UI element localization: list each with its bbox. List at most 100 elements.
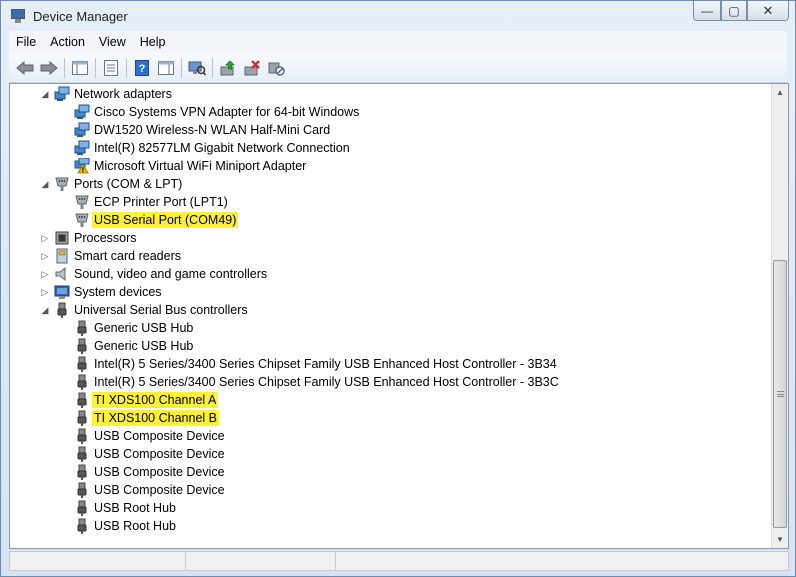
tree-category-row[interactable]: ◢ Ports (COM & LPT)	[10, 175, 772, 193]
minimize-button[interactable]: —	[693, 1, 721, 21]
collapse-arrow-icon[interactable]: ◢	[40, 179, 50, 189]
tree-row-label: System devices	[74, 285, 162, 299]
forward-button[interactable]	[38, 57, 60, 79]
usb-plug-icon	[74, 500, 90, 516]
tree-category-row[interactable]: ◢ Universal Serial Bus controllers	[10, 301, 772, 319]
tree-device-row[interactable]: Microsoft Virtual WiFi Miniport Adapter	[10, 157, 772, 175]
usb-plug-icon	[74, 356, 90, 372]
help-button[interactable]: ?	[131, 57, 153, 79]
tree-device-row[interactable]: USB Root Hub	[10, 499, 772, 517]
usb-plug-icon	[74, 482, 90, 498]
tree-device-row[interactable]: Generic USB Hub	[10, 319, 772, 337]
usb-plug-icon	[74, 446, 90, 462]
usb-plug-icon	[74, 392, 90, 408]
tree-device-row[interactable]: Intel(R) 5 Series/3400 Series Chipset Fa…	[10, 373, 772, 391]
forward-arrow-icon	[40, 60, 58, 75]
status-pane-right	[336, 552, 788, 570]
back-arrow-icon	[16, 60, 34, 75]
tree-category-row[interactable]: ▷ System devices	[10, 283, 772, 301]
tree-row-label: Microsoft Virtual WiFi Miniport Adapter	[94, 159, 307, 173]
uninstall-button[interactable]	[241, 57, 263, 79]
tree-category-row[interactable]: ▷ Smart card readers	[10, 247, 772, 265]
tree-row-label: USB Serial Port (COM49)	[92, 212, 239, 228]
network-adapter-icon	[74, 140, 90, 156]
tree-category-row[interactable]: ◢ Network adapters	[10, 85, 772, 103]
tree-row-label: Network adapters	[74, 87, 172, 101]
tree-row-label: Universal Serial Bus controllers	[74, 303, 248, 317]
tree-device-row[interactable]: USB Composite Device	[10, 445, 772, 463]
tree-category-row[interactable]: ▷ Sound, video and game controllers	[10, 265, 772, 283]
toolbar-separator	[64, 57, 65, 78]
tree-device-row[interactable]: Generic USB Hub	[10, 337, 772, 355]
scan-hardware-changes-button[interactable]	[186, 57, 208, 79]
tree-device-row[interactable]: DW1520 Wireless-N WLAN Half-Mini Card	[10, 121, 772, 139]
properties-icon	[104, 59, 118, 76]
device-manager-window: Device Manager — ▢ ✕ File Action View He…	[0, 0, 796, 577]
port-icon	[54, 176, 70, 192]
usb-plug-icon	[74, 338, 90, 354]
vertical-scrollbar[interactable]: ▲ ▼	[771, 84, 788, 548]
tree-device-row[interactable]: Intel(R) 82577LM Gigabit Network Connect…	[10, 139, 772, 157]
smart-card-reader-icon	[54, 248, 70, 264]
tree-row-label: TI XDS100 Channel A	[92, 392, 219, 408]
expand-arrow-icon[interactable]: ▷	[40, 287, 50, 297]
title-bar[interactable]: Device Manager — ▢ ✕	[1, 1, 795, 31]
expand-arrow-icon[interactable]: ▷	[40, 251, 50, 261]
close-button[interactable]: ✕	[747, 1, 789, 21]
tree-device-row[interactable]: USB Composite Device	[10, 481, 772, 499]
tree-row-label: TI XDS100 Channel B	[92, 410, 219, 426]
tree-row-label: Intel(R) 82577LM Gigabit Network Connect…	[94, 141, 350, 155]
uninstall-icon	[244, 59, 260, 75]
tree-device-row[interactable]: USB Root Hub	[10, 517, 772, 535]
tree-device-row[interactable]: USB Serial Port (COM49)	[10, 211, 772, 229]
tree-device-row[interactable]: TI XDS100 Channel B	[10, 409, 772, 427]
update-driver-button[interactable]	[217, 57, 239, 79]
expand-arrow-icon[interactable]: ▷	[40, 233, 50, 243]
scroll-up-arrow-icon[interactable]: ▲	[772, 84, 788, 101]
tree-row-label: Generic USB Hub	[94, 321, 194, 335]
usb-plug-icon	[74, 320, 90, 336]
status-bar	[9, 551, 789, 571]
scroll-down-arrow-icon[interactable]: ▼	[772, 531, 788, 548]
menu-action[interactable]: Action	[43, 35, 92, 49]
show-action-pane-button[interactable]	[155, 57, 177, 79]
scan-hardware-icon	[188, 61, 206, 75]
tree-device-row[interactable]: USB Composite Device	[10, 463, 772, 481]
toolbar: ?	[9, 53, 787, 83]
menu-help[interactable]: Help	[133, 35, 173, 49]
tree-row-label: Generic USB Hub	[94, 339, 194, 353]
collapse-arrow-icon[interactable]: ◢	[40, 89, 50, 99]
disable-button[interactable]	[265, 57, 287, 79]
caption-buttons: — ▢ ✕	[693, 1, 789, 21]
properties-button[interactable]	[100, 57, 122, 79]
show-hide-console-tree-button[interactable]	[69, 57, 91, 79]
tree-row-label: Ports (COM & LPT)	[74, 177, 183, 191]
svg-text:?: ?	[139, 63, 146, 75]
tree-device-row[interactable]: ECP Printer Port (LPT1)	[10, 193, 772, 211]
expand-arrow-icon[interactable]: ▷	[40, 269, 50, 279]
usb-plug-icon	[74, 518, 90, 534]
tree-row-label: Cisco Systems VPN Adapter for 64-bit Win…	[94, 105, 360, 119]
update-driver-icon	[220, 59, 235, 75]
window-title: Device Manager	[33, 8, 128, 24]
tree-category-row[interactable]: ▷ Processors	[10, 229, 772, 247]
speaker-icon	[54, 266, 70, 282]
toolbar-separator	[212, 57, 213, 78]
scrollbar-thumb[interactable]	[773, 260, 787, 528]
menu-file[interactable]: File	[9, 35, 43, 49]
usb-plug-icon	[74, 374, 90, 390]
menu-view[interactable]: View	[92, 35, 133, 49]
scrollbar-grip-icon	[777, 391, 784, 397]
usb-plug-icon	[74, 410, 90, 426]
maximize-button[interactable]: ▢	[721, 1, 747, 21]
collapse-arrow-icon[interactable]: ◢	[40, 305, 50, 315]
usb-plug-icon	[74, 428, 90, 444]
network-adapter-icon	[74, 104, 90, 120]
back-button[interactable]	[14, 57, 36, 79]
tree-device-row[interactable]: Intel(R) 5 Series/3400 Series Chipset Fa…	[10, 355, 772, 373]
tree-device-row[interactable]: USB Composite Device	[10, 427, 772, 445]
tree-device-row[interactable]: TI XDS100 Channel A	[10, 391, 772, 409]
toolbar-separator	[181, 57, 182, 78]
tree-device-row[interactable]: Cisco Systems VPN Adapter for 64-bit Win…	[10, 103, 772, 121]
network-adapter-icon	[54, 86, 70, 102]
